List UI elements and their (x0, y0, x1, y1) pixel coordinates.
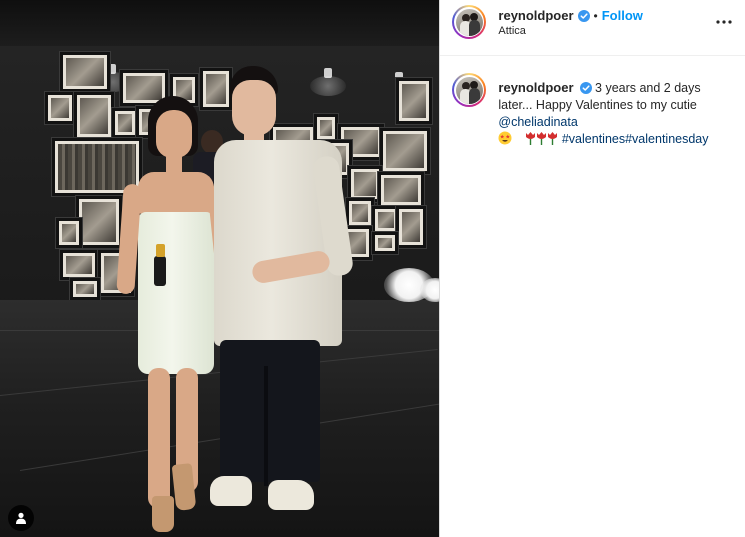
wall-photo (348, 166, 382, 202)
photo-scene (0, 0, 440, 537)
star-struck-emoji-icon (498, 131, 512, 145)
header-line: reynoldpoer • Follow (498, 7, 643, 25)
wall-photo (346, 198, 374, 228)
post-header: reynoldpoer • Follow Attica (440, 0, 745, 56)
wall-photo (380, 128, 430, 174)
wall-photo (378, 172, 424, 208)
man-figure (206, 66, 355, 531)
post-photo[interactable] (0, 0, 440, 537)
wall-photo (56, 218, 82, 248)
separator-dot: • (593, 9, 598, 23)
rose-emoji-icon (537, 132, 547, 145)
ceiling (0, 0, 440, 46)
wall-photo (76, 196, 122, 248)
author-avatar[interactable] (452, 5, 487, 39)
wall-photo (60, 250, 98, 280)
hashtag-link[interactable]: #valentines (562, 132, 625, 146)
wall-photo (70, 278, 100, 300)
location-link[interactable]: Attica (498, 25, 526, 37)
caption-avatar[interactable] (452, 73, 487, 107)
rose-emoji-icon (526, 132, 536, 145)
instagram-post: reynoldpoer • Follow Attica reynoldpoer 3 … (0, 0, 745, 537)
wall-photo (396, 206, 426, 248)
avatar-image (455, 76, 483, 104)
avatar-border (454, 7, 485, 37)
post-sidebar: reynoldpoer • Follow Attica reynoldpoer 3 … (439, 0, 745, 537)
verified-badge-icon (577, 10, 590, 22)
wall-photo (74, 92, 114, 140)
more-options-icon (716, 20, 733, 24)
rose-emoji-icon (548, 132, 558, 145)
mention-link[interactable]: @cheliadinata (498, 115, 577, 129)
user-tag-icon (16, 512, 26, 524)
wall-photo (45, 92, 75, 124)
avatar-image (455, 8, 483, 36)
verified-badge-icon (579, 82, 592, 94)
follow-button[interactable]: Follow (602, 8, 643, 23)
hashtag-link[interactable]: #valentinesday (625, 132, 708, 146)
post-caption: reynoldpoer 3 years and 2 days later... … (498, 79, 734, 148)
caption-username[interactable]: reynoldpoer (498, 80, 573, 95)
wall-photo (372, 232, 398, 254)
author-username[interactable]: reynoldpoer (498, 8, 573, 23)
more-options-button[interactable] (715, 13, 733, 31)
avatar-border (454, 75, 485, 105)
wall-photo (60, 52, 110, 92)
wall-photo (396, 78, 432, 124)
user-tag-button[interactable] (8, 505, 34, 531)
